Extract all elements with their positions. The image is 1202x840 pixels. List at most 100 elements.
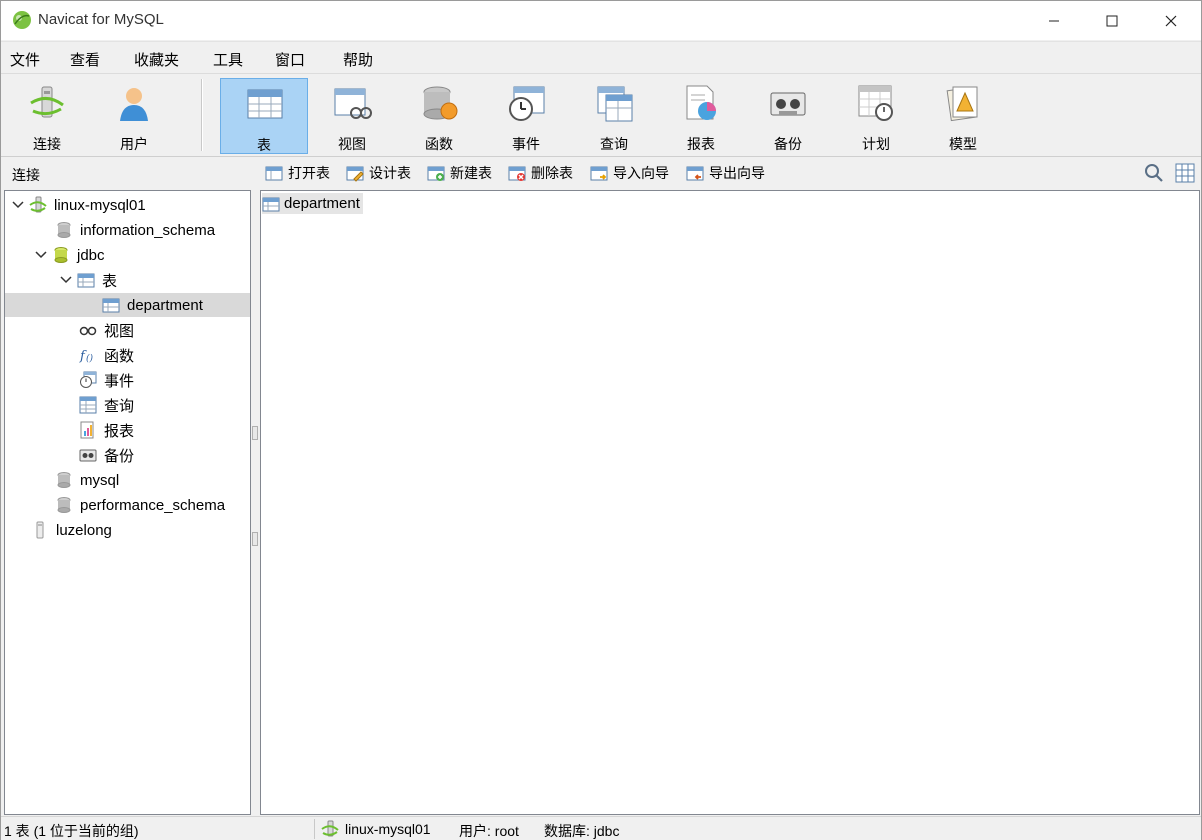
object-list-panel: department	[260, 190, 1200, 815]
connection-icon	[30, 86, 64, 118]
toolbar-table-button[interactable]: 表	[220, 78, 308, 154]
open-table-button[interactable]: 打开表	[265, 163, 330, 183]
export-wizard-button[interactable]: 导出向导	[686, 163, 765, 183]
tree-connection-label: linux-mysql01	[54, 196, 146, 214]
tree-table-department[interactable]: department	[5, 293, 250, 317]
search-icon[interactable]	[1144, 163, 1164, 183]
export-wizard-icon	[686, 166, 704, 181]
title-bar: Navicat for MySQL	[1, 1, 1201, 40]
close-button[interactable]	[1142, 1, 1200, 40]
event-icon	[509, 86, 545, 121]
toolbar-schedule-button[interactable]: 计划	[832, 78, 920, 154]
database-icon	[57, 472, 71, 488]
pane-splitter[interactable]	[251, 190, 259, 815]
design-table-button[interactable]: 设计表	[346, 163, 411, 183]
svg-text:(): ()	[86, 353, 94, 364]
menu-bar: 文件 查看 收藏夹 工具 窗口 帮助	[1, 41, 1201, 72]
tree-connection-luzelong[interactable]: luzelong	[31, 518, 112, 542]
connection-active-icon	[29, 196, 47, 213]
minimize-button[interactable]	[1025, 1, 1083, 40]
toolbar-connection-label: 连接	[33, 136, 61, 152]
object-toolbar: 连接 打开表 设计表 新建表 删除表 导入向导 导出向导	[1, 158, 1201, 189]
splitter-grip[interactable]	[252, 426, 258, 440]
toolbar-view-button[interactable]: 视图	[308, 78, 396, 154]
chevron-down-icon[interactable]	[59, 273, 73, 287]
menu-tools[interactable]: 工具	[213, 49, 243, 70]
menu-view[interactable]: 查看	[70, 49, 100, 70]
status-user: 用户: root	[459, 823, 519, 839]
open-table-label: 打开表	[288, 165, 330, 181]
tree-db-label: information_schema	[80, 221, 216, 239]
maximize-button[interactable]	[1083, 1, 1141, 40]
tree-group-events[interactable]: 事件	[79, 368, 134, 392]
tree-group-queries[interactable]: 查询	[79, 393, 134, 417]
report-chart-icon	[80, 421, 94, 439]
function-fx-icon: f()	[79, 349, 94, 364]
tree-group-tables[interactable]: 表	[59, 268, 117, 292]
toolbar-user-label: 用户	[120, 136, 148, 152]
toolbar-report-button[interactable]: 报表	[657, 78, 745, 154]
tree-group-reports[interactable]: 报表	[79, 418, 134, 442]
maximize-icon	[1106, 15, 1118, 26]
table-icon	[247, 89, 283, 119]
toolbar-separator	[201, 79, 203, 151]
report-icon	[686, 85, 716, 120]
export-wizard-label: 导出向导	[709, 165, 765, 181]
tree-group-label: 备份	[104, 447, 135, 465]
menu-window[interactable]: 窗口	[275, 49, 305, 70]
navicat-logo-icon	[13, 11, 31, 29]
chevron-down-icon[interactable]	[34, 248, 48, 262]
table-icon	[262, 197, 280, 211]
tree-group-backups[interactable]: 备份	[79, 443, 134, 467]
tree-group-label: 表	[102, 272, 118, 290]
tree-db-jdbc[interactable]: jdbc	[34, 243, 105, 267]
toolbar-table-label: 表	[257, 137, 271, 153]
grid-view-icon[interactable]	[1175, 163, 1195, 183]
table-group-icon	[77, 273, 95, 288]
tree-table-label: department	[127, 296, 203, 314]
chevron-down-icon[interactable]	[11, 198, 25, 212]
tree-db-mysql[interactable]: mysql	[55, 468, 119, 492]
connection-active-icon	[321, 820, 339, 837]
window-title: Navicat for MySQL	[38, 11, 164, 28]
connection-closed-icon	[36, 521, 44, 539]
database-icon	[57, 497, 71, 513]
status-connection-label: linux-mysql01	[345, 821, 431, 837]
tree-db-label: performance_schema	[80, 496, 226, 514]
status-connection: linux-mysql01	[321, 818, 431, 840]
tree-group-label: 视图	[104, 322, 135, 340]
delete-table-button[interactable]: 删除表	[508, 163, 573, 183]
connection-tree: linux-mysql01 information_schema jdbc 表 …	[4, 190, 251, 815]
main-toolbar: 连接 用户 表 视图 函数 事件 查询 报表 备份 计划 模型	[1, 73, 1201, 157]
tree-connection-linux-mysql01[interactable]: linux-mysql01	[11, 193, 146, 217]
toolbar-query-button[interactable]: 查询	[570, 78, 658, 154]
menu-file[interactable]: 文件	[10, 49, 40, 70]
menu-favorites[interactable]: 收藏夹	[134, 49, 179, 70]
import-wizard-button[interactable]: 导入向导	[590, 163, 669, 183]
tree-group-functions[interactable]: f() 函数	[79, 343, 134, 367]
toolbar-event-button[interactable]: 事件	[482, 78, 570, 154]
import-wizard-label: 导入向导	[613, 165, 669, 181]
object-item-department[interactable]: department	[262, 193, 363, 214]
toolbar-backup-button[interactable]: 备份	[744, 78, 832, 154]
toolbar-function-button[interactable]: 函数	[395, 78, 483, 154]
tree-group-views[interactable]: 视图	[79, 318, 134, 342]
toolbar-connection-button[interactable]: 连接	[3, 78, 91, 154]
new-table-button[interactable]: 新建表	[427, 163, 492, 183]
status-object-count: 1 表 (1 位于当前的组)	[4, 823, 139, 839]
model-icon	[946, 86, 978, 122]
minimize-icon	[1049, 20, 1059, 21]
status-database: 数据库: jdbc	[544, 823, 620, 839]
tree-db-label: mysql	[80, 471, 120, 489]
toolbar-user-button[interactable]: 用户	[90, 78, 178, 154]
toolbar-model-button[interactable]: 模型	[919, 78, 1007, 154]
tree-db-performance-schema[interactable]: performance_schema	[55, 493, 225, 517]
menu-help[interactable]: 帮助	[343, 49, 373, 70]
design-table-icon	[346, 166, 364, 182]
import-wizard-icon	[590, 166, 608, 181]
status-bar: 1 表 (1 位于当前的组) linux-mysql01 用户: root 数据…	[1, 816, 1201, 840]
tree-group-label: 查询	[104, 397, 135, 415]
schedule-icon	[858, 85, 893, 121]
tree-db-information-schema[interactable]: information_schema	[55, 218, 215, 242]
splitter-grip[interactable]	[252, 532, 258, 546]
